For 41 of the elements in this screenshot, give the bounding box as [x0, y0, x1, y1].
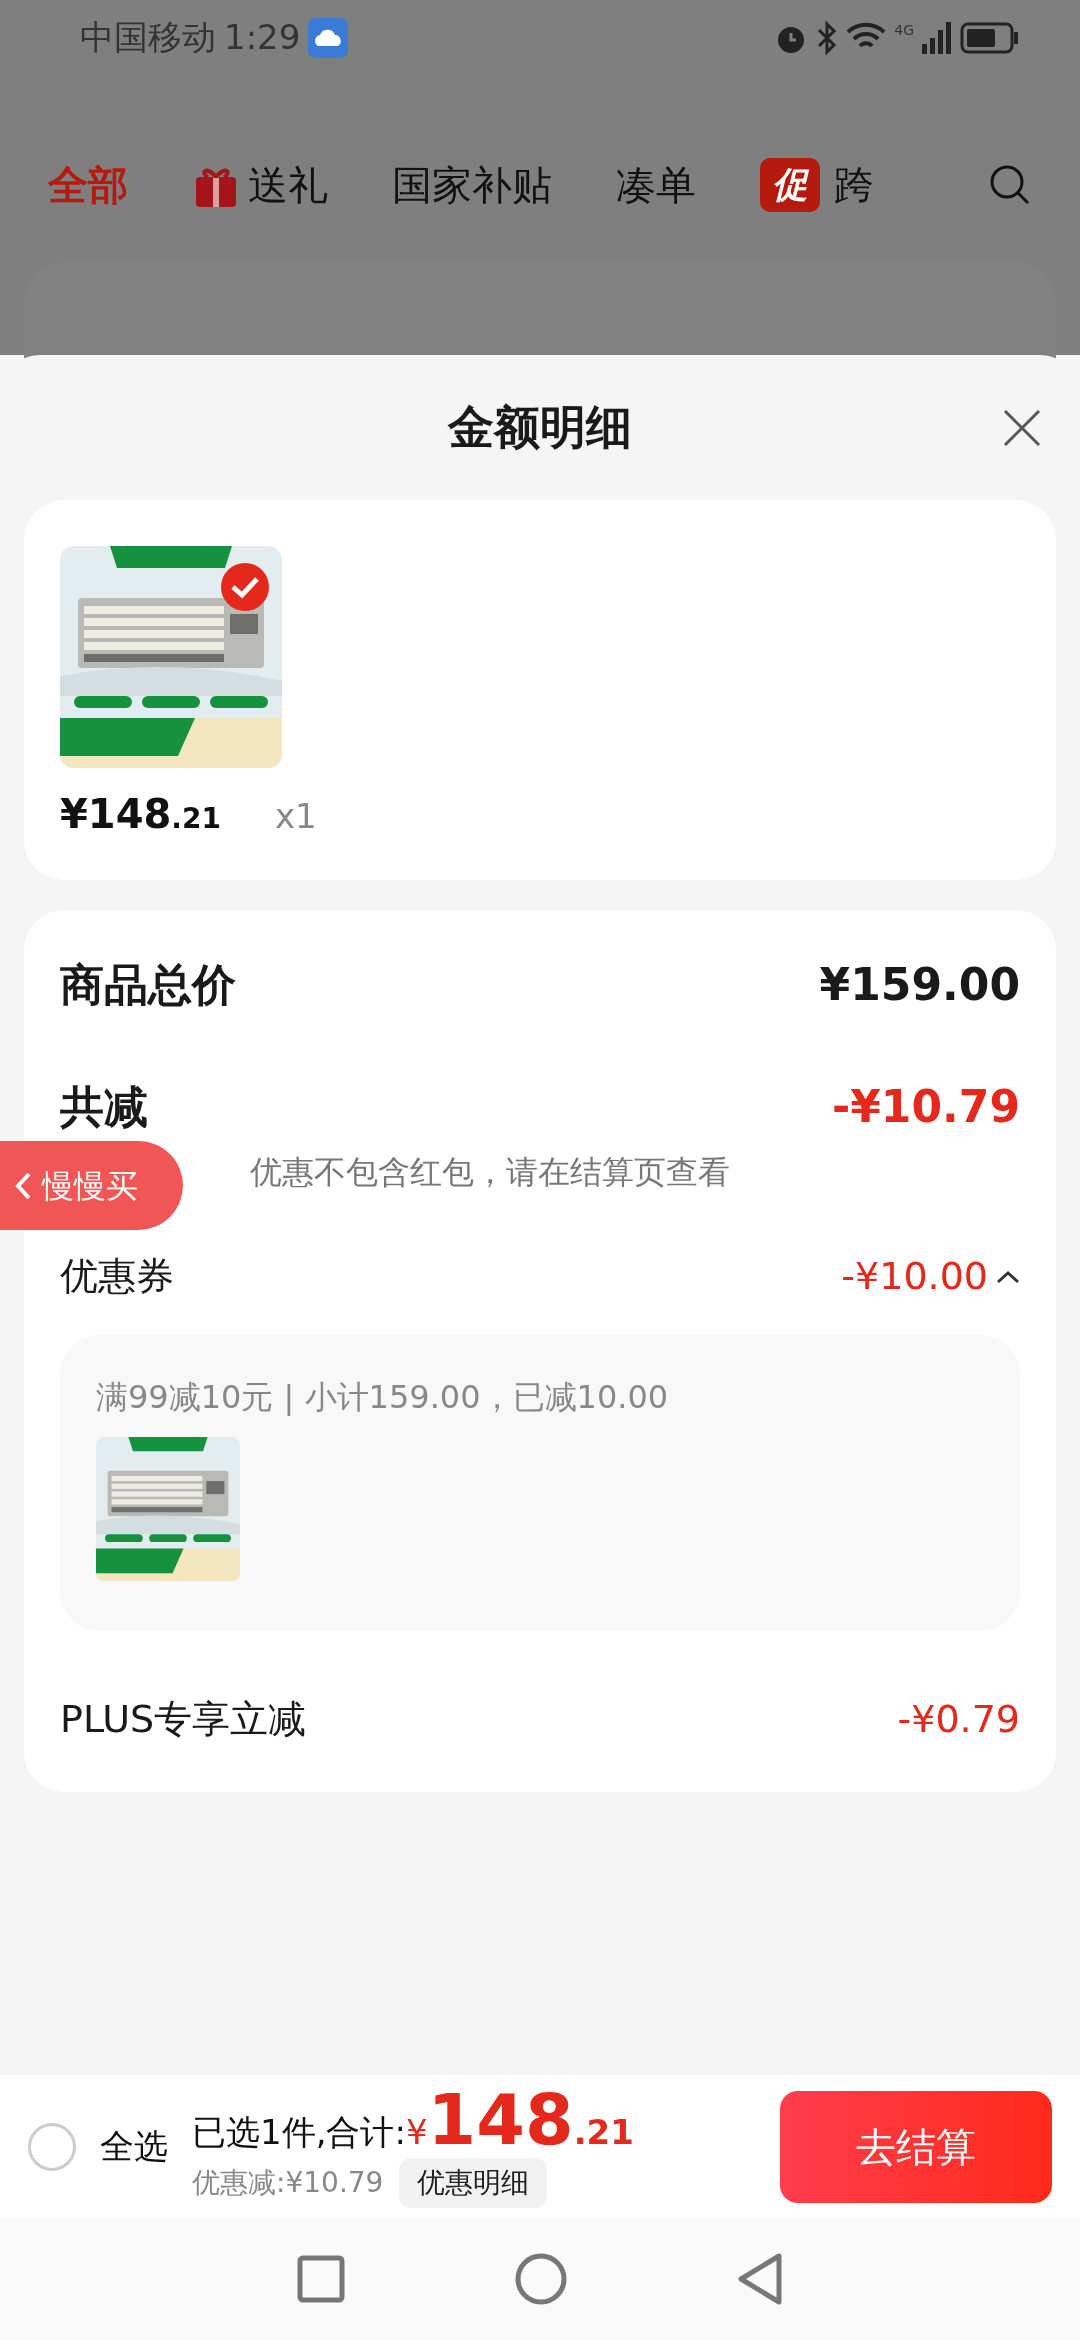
category-tab[interactable]: 凑单 — [616, 155, 696, 215]
network-type: 4G — [894, 20, 914, 40]
row-label: 商品总价 — [60, 958, 236, 1012]
row-label: PLUS专享立减 — [60, 1696, 307, 1743]
circle-icon[interactable] — [515, 2253, 567, 2305]
caret-icon[interactable] — [996, 1269, 1020, 1284]
selection-summary: 已选1件,合计: — [192, 2111, 406, 2154]
row-label: 优惠券 — [60, 1253, 174, 1300]
status-time: 1:29 — [224, 16, 301, 59]
amount: -¥10.79 — [831, 1080, 1020, 1134]
category-tab[interactable]: 跨 — [834, 155, 874, 215]
discount-text: 优惠减:¥10.79 — [192, 2165, 384, 2201]
carrier-name: 中国移动 — [80, 16, 216, 59]
discount-detail-button[interactable]: 优惠明细 — [399, 2158, 548, 2208]
category-tab[interactable]: 送礼 — [248, 155, 328, 215]
hint-text: 优惠不包含红包，请在结算页查看 — [250, 1153, 730, 1191]
square-icon[interactable] — [297, 2255, 345, 2303]
coupon-detail: 满99减10元 | 小计159.00，已减10.00 — [96, 1377, 670, 1418]
search-icon[interactable] — [988, 163, 1032, 207]
row-label: 共减 — [60, 1080, 148, 1134]
signal-icon — [922, 21, 952, 54]
category-tab[interactable]: 国家补贴 — [392, 155, 552, 215]
checkout-button[interactable]: 去结算 — [780, 2090, 1052, 2203]
sheet-title: 金额明细 — [448, 399, 632, 456]
total-price: ¥148.21 — [405, 2085, 634, 2158]
promo-badge: 促 — [760, 158, 820, 212]
bluetooth-icon — [816, 19, 839, 56]
product-price: ¥148.21 — [60, 790, 221, 839]
cloud-icon — [308, 17, 349, 58]
amount: ¥159.00 — [819, 958, 1020, 1012]
amount: -¥10.00 — [841, 1253, 988, 1300]
floating-button[interactable]: 慢慢买 — [0, 1141, 183, 1230]
select-all-label[interactable]: 全选 — [100, 2121, 168, 2172]
battery-icon — [960, 21, 1020, 54]
amount: -¥0.79 — [897, 1696, 1020, 1743]
quantity: x1 — [274, 795, 317, 838]
chevron-left-icon — [14, 1170, 32, 1201]
check-icon[interactable] — [220, 562, 270, 612]
close-icon[interactable] — [1002, 408, 1042, 448]
back-icon[interactable] — [737, 2253, 783, 2305]
select-all-checkbox[interactable] — [28, 2122, 76, 2171]
